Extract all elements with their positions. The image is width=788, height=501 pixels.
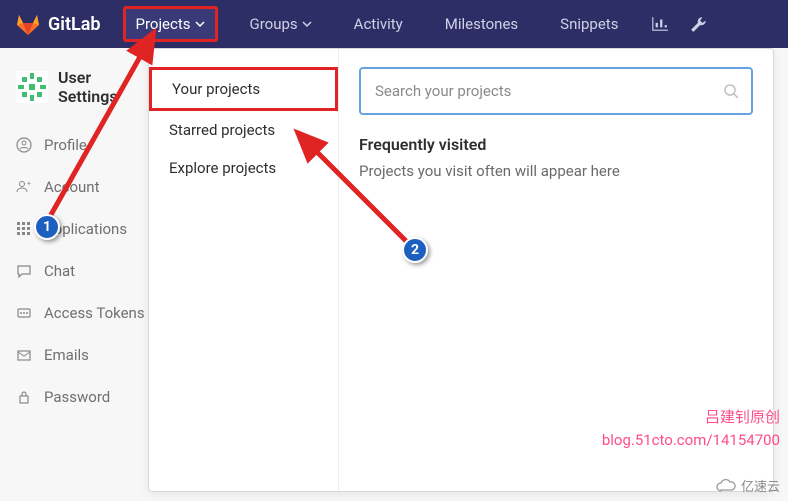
nav-projects-label: Projects [136,15,191,33]
chart-icon[interactable] [650,15,668,33]
sidebar-label: Password [44,388,110,406]
nav-groups-label: Groups [250,15,298,33]
dropdown-left-column: Your projects Starred projects Explore p… [149,49,339,491]
dropdown-item-your-projects[interactable]: Your projects [149,67,338,111]
sidebar-item-password[interactable]: Password [0,376,170,418]
project-search-box[interactable] [359,67,753,115]
search-icon [723,83,739,99]
nav-activity[interactable]: Activity [344,9,413,39]
watermark-author: 吕建钊原创 blog.51cto.com/14154700 [602,406,780,451]
sidebar-item-tokens[interactable]: Access Tokens [0,292,170,334]
profile-icon [16,137,32,153]
gitlab-logo[interactable]: GitLab [16,12,101,36]
sidebar-item-emails[interactable]: Emails [0,334,170,376]
apps-icon [16,221,32,237]
settings-sidebar: User Settings Profile + Account Applicat… [0,48,170,432]
chevron-down-icon [302,19,312,29]
emails-icon [16,347,32,363]
dropdown-item-explore-projects[interactable]: Explore projects [149,149,338,187]
sidebar-title: User Settings [58,68,154,106]
nav-groups[interactable]: Groups [240,9,322,39]
dropdown-item-starred-projects[interactable]: Starred projects [149,111,338,149]
top-navigation: GitLab Projects Groups Activity Mileston… [0,0,788,48]
watermark-brand: 亿速云 [715,476,780,495]
nav-projects[interactable]: Projects [123,6,218,42]
svg-text:+: + [27,180,31,188]
chevron-down-icon [195,19,205,29]
tokens-icon [16,305,32,321]
sidebar-label: Chat [44,262,75,280]
sidebar-item-chat[interactable]: Chat [0,250,170,292]
sidebar-item-profile[interactable]: Profile [0,124,170,166]
sidebar-label: Emails [44,346,89,364]
gitlab-icon [16,12,40,36]
sidebar-label: Profile [44,136,87,154]
annotation-badge-1: 1 [34,214,60,240]
annotation-badge-2: 2 [402,237,428,263]
nav-milestones[interactable]: Milestones [435,9,528,39]
sidebar-item-account[interactable]: + Account [0,166,170,208]
brand-text: GitLab [48,14,101,35]
frequently-visited-title: Frequently visited [359,135,753,154]
password-icon [16,389,32,405]
frequently-visited-text: Projects you visit often will appear her… [359,162,753,180]
sidebar-label: Account [44,178,100,196]
sidebar-item-applications[interactable]: Applications [0,208,170,250]
cloud-icon [715,478,737,494]
user-avatar [16,71,48,103]
sidebar-label: Access Tokens [44,304,145,322]
chat-icon [16,263,32,279]
account-icon: + [16,179,32,195]
wrench-icon[interactable] [690,15,708,33]
sidebar-header: User Settings [0,62,170,124]
project-search-input[interactable] [375,82,711,100]
nav-snippets[interactable]: Snippets [550,9,628,39]
